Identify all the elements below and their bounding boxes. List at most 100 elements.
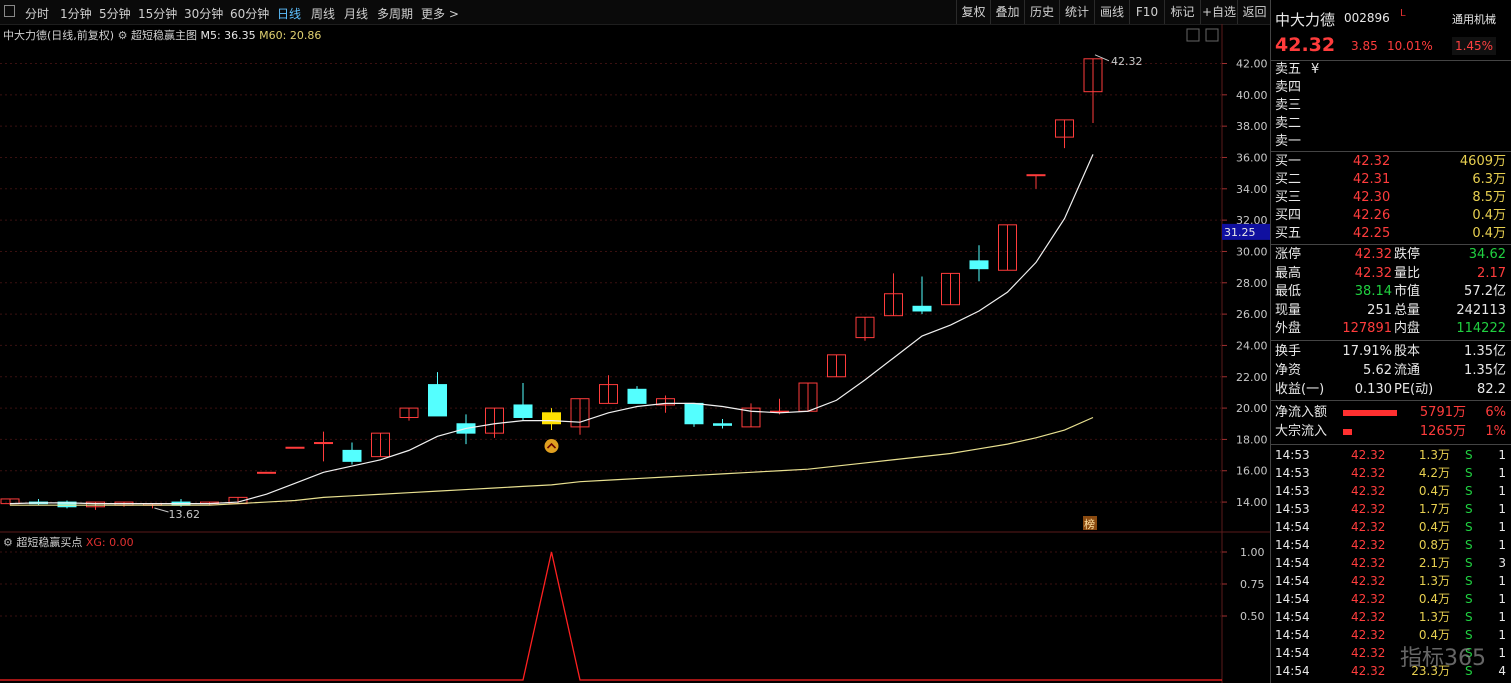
stock-name: 中大力德 <box>1275 11 1336 29</box>
pane-button[interactable] <box>1205 28 1219 42</box>
trade-time: 14:54 <box>1275 610 1310 624</box>
low-price-label: 13.62 <box>169 508 201 521</box>
stat-label: 最低 <box>1275 284 1302 299</box>
candle-body <box>285 446 305 449</box>
rank-badge-label: 榜 <box>1084 517 1095 531</box>
trade-row: 14:53 42.32 0.4万 S 1 <box>1271 482 1511 500</box>
trade-count: 4 <box>1498 664 1506 678</box>
watermark-logo: 指标365 <box>1400 646 1486 671</box>
main-chart-header: 中大力德(日线,前复权) ⚙ 超短稳赢主图 M5: 36.35 M60: 20.… <box>3 27 321 43</box>
ask-row: 卖二 <box>1271 115 1511 133</box>
settings-icon[interactable]: ⚙ <box>3 536 13 549</box>
trade-time: 14:54 <box>1275 646 1310 660</box>
trade-volume: 2.1万 <box>1418 556 1450 570</box>
quote-panel: 中大力德 002896 L 通用机械 1.45% 42.32 3.85 10.0… <box>1270 0 1511 683</box>
stat-label: 市值 <box>1394 284 1421 299</box>
m60-line <box>10 416 1094 506</box>
candle-body <box>314 442 333 445</box>
bid-row: 买三 42.30 8.5万 <box>1271 189 1511 207</box>
bid-volume: 4609万 <box>1459 154 1506 169</box>
trade-side: S <box>1465 502 1473 516</box>
trade-count: 1 <box>1498 538 1506 552</box>
trade-time: 14:53 <box>1275 466 1310 480</box>
trade-price: 42.32 <box>1351 574 1386 588</box>
margin-mark: L <box>1400 8 1406 19</box>
signal-tick-label: 0.75 <box>1240 578 1265 591</box>
trade-time: 14:54 <box>1275 592 1310 606</box>
pane-button[interactable] <box>1186 28 1200 42</box>
price-tick-label: 20.00 <box>1236 402 1268 415</box>
bid-volume: 8.5万 <box>1472 190 1506 205</box>
buy-signal-icon <box>544 439 559 454</box>
candle-body <box>542 412 561 425</box>
trade-price: 42.32 <box>1351 646 1386 660</box>
stat-value: 0.130 <box>1354 382 1392 397</box>
industry-change: 1.45% <box>1452 37 1496 55</box>
ask-row: 卖三 <box>1271 97 1511 115</box>
price-tick-label: 36.00 <box>1236 151 1268 164</box>
stat-label: 流通 <box>1394 363 1421 378</box>
bid-row: 买一 42.32 4609万 <box>1271 153 1511 171</box>
candle-body <box>713 423 732 426</box>
trade-count: 1 <box>1498 448 1506 462</box>
trade-count: 1 <box>1498 610 1506 624</box>
trade-time: 14:53 <box>1275 484 1310 498</box>
stats-row: 最低 38.14 市值 57.2亿 <box>1271 283 1511 301</box>
trade-price: 42.32 <box>1351 520 1386 534</box>
trade-side: S <box>1465 592 1473 606</box>
stat-value: 5.62 <box>1363 363 1392 378</box>
ask-label: 卖三 <box>1275 98 1302 113</box>
m5-value: M5: 36.35 <box>200 29 256 42</box>
ask-label: 卖五 <box>1275 62 1302 77</box>
trade-side: S <box>1465 466 1473 480</box>
flow-label: 大宗流入 <box>1275 424 1328 439</box>
stat-label: 最高 <box>1275 265 1302 281</box>
trade-count: 1 <box>1498 592 1506 606</box>
bid-price: 42.30 <box>1353 190 1391 205</box>
price-change-pct: 10.01% <box>1387 39 1433 53</box>
stat-label: 总量 <box>1394 302 1421 318</box>
trade-count: 1 <box>1498 574 1506 588</box>
stat-label: 净资 <box>1275 363 1302 378</box>
ask-price: ¥ <box>1311 62 1320 77</box>
price-tick-label: 22.00 <box>1236 371 1268 384</box>
trade-side: S <box>1465 448 1473 462</box>
stat-value: 242113 <box>1456 302 1506 318</box>
xg-value: XG: 0.00 <box>85 536 134 549</box>
main-indicator-name[interactable]: 超短稳赢主图 <box>131 29 197 42</box>
trade-side: S <box>1465 538 1473 552</box>
price-tick-label: 42.00 <box>1236 57 1268 70</box>
candle-body <box>627 388 647 404</box>
bid-price: 42.32 <box>1353 154 1391 169</box>
stat-label: 跌停 <box>1394 247 1421 262</box>
stat-label: 股本 <box>1394 344 1421 359</box>
stat-value: 127891 <box>1342 321 1392 336</box>
trade-price: 42.32 <box>1351 484 1386 498</box>
stats-row: 现量 251 总量 242113 <box>1271 302 1511 320</box>
stats-row: 最高 42.32 量比 2.17 <box>1271 265 1511 283</box>
stock-code: 002896 <box>1344 11 1390 25</box>
stat-value: 1.35亿 <box>1464 344 1506 359</box>
trade-row: 14:54 42.32 0.4万 S 1 <box>1271 518 1511 536</box>
ask-label: 卖四 <box>1275 80 1302 95</box>
flow-row: 大宗流入 1265万 1% <box>1271 423 1511 441</box>
candle-body <box>513 404 533 418</box>
bid-volume: 0.4万 <box>1472 208 1506 223</box>
trade-time: 14:54 <box>1275 664 1310 678</box>
trade-count: 1 <box>1498 628 1506 642</box>
settings-icon[interactable]: ⚙ <box>118 29 128 42</box>
flow-bar <box>1343 429 1352 435</box>
candle-body <box>257 471 276 474</box>
industry-name[interactable]: 通用机械 <box>1452 11 1496 27</box>
trade-volume: 1.3万 <box>1418 574 1450 588</box>
bid-label: 买一 <box>1275 154 1302 169</box>
kline-chart[interactable]: 42.0040.0038.0036.0034.0032.0030.0028.00… <box>0 0 1270 683</box>
trade-price: 42.32 <box>1351 538 1386 552</box>
flow-label: 净流入额 <box>1275 405 1328 420</box>
price-tick-label: 26.00 <box>1236 308 1268 321</box>
trade-row: 14:54 42.32 0.4万 S 1 <box>1271 590 1511 608</box>
trade-price: 42.32 <box>1351 664 1386 678</box>
stat-label: 量比 <box>1394 265 1421 281</box>
sub-indicator-name[interactable]: 超短稳赢买点 <box>16 536 82 549</box>
trade-volume: 0.4万 <box>1418 484 1450 498</box>
